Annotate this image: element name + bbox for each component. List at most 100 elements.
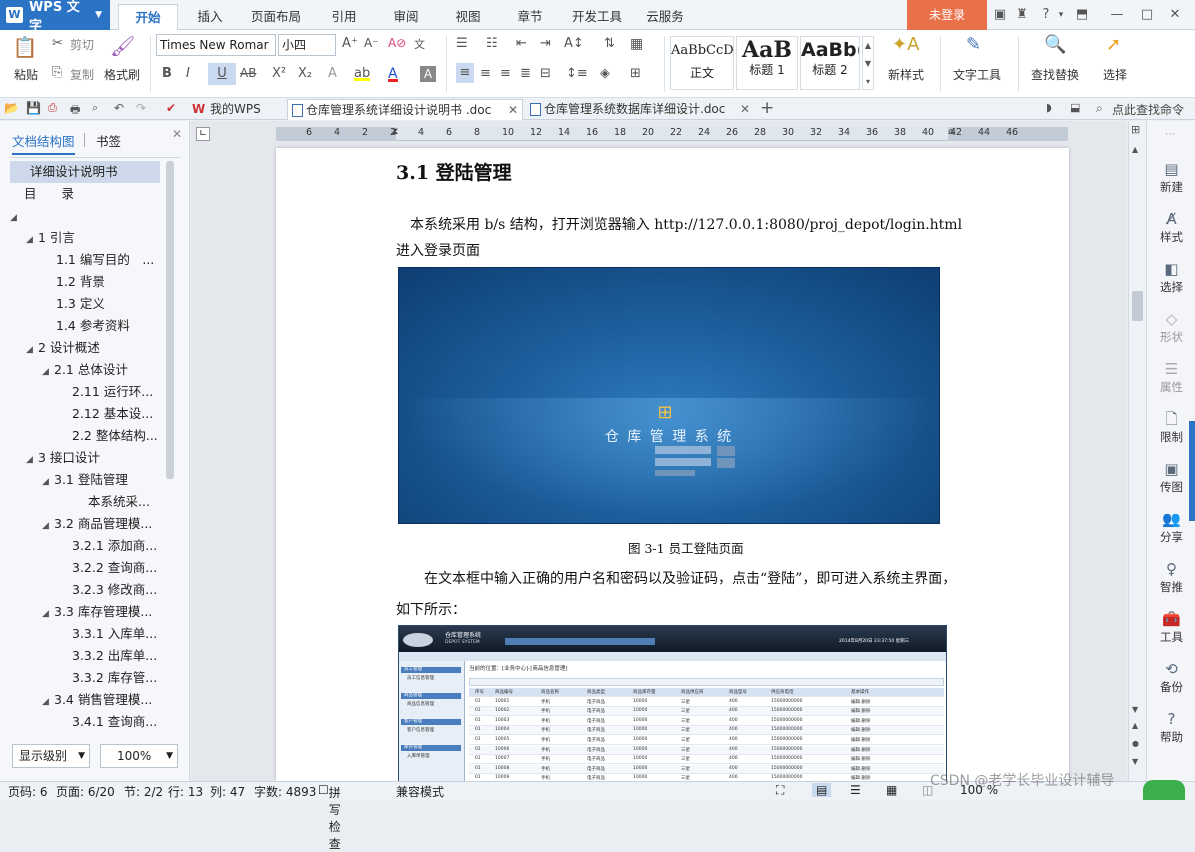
status-page[interactable]: 页码: 6	[8, 783, 48, 800]
minimize-icon[interactable]: —	[1108, 6, 1126, 24]
nav-item[interactable]: ◢ 3.2 商品管理模...	[42, 513, 160, 535]
underline-icon[interactable]: U	[208, 63, 236, 85]
align-center-icon[interactable]: ≡	[480, 66, 491, 81]
window-icon[interactable]: ⬓	[1070, 101, 1080, 114]
fullscreen-icon[interactable]: ⛶	[776, 783, 784, 798]
export-pdf-icon[interactable]: ⎙	[48, 101, 57, 115]
text-tools-button[interactable]: 文字工具	[944, 66, 1010, 83]
tab-references[interactable]: 引用	[320, 4, 368, 30]
expand-triangle-icon[interactable]: ◢	[26, 339, 38, 359]
phonetic-icon[interactable]: 文	[414, 36, 425, 52]
tab-stop-selector[interactable]: ∟	[196, 127, 210, 141]
document-canvas[interactable]: ∟ 3.1 登陆管理 本系统采用 b/s 结构，打开浏览器输入 http://1…	[191, 121, 1127, 781]
print-preview-icon[interactable]: ⌕	[92, 101, 98, 115]
increase-indent-icon[interactable]: ⇥	[540, 36, 551, 51]
next-page-icon[interactable]: ▼	[1132, 757, 1138, 766]
close-tab-icon[interactable]: ✕	[508, 100, 518, 121]
nav-item[interactable]: 目 录	[10, 183, 160, 205]
nav-item[interactable]: 3.3.2 出库单...	[58, 645, 160, 667]
nav-item[interactable]: 1.3 定义	[42, 293, 160, 315]
expand-triangle-icon[interactable]: ◢	[26, 229, 38, 249]
close-icon[interactable]: ✕	[1166, 6, 1184, 24]
font-color-icon[interactable]: A	[388, 66, 398, 82]
clear-format-icon[interactable]: A⊘	[388, 36, 406, 50]
tab-insert[interactable]: 插入	[186, 4, 234, 30]
bold-icon[interactable]: B	[162, 66, 172, 81]
font-size-select[interactable]: 小四	[278, 34, 336, 56]
sidebar-item[interactable]: ◧ 选择	[1147, 259, 1195, 295]
char-shading-icon[interactable]: A	[420, 66, 436, 82]
outline-view-icon[interactable]: ☰	[850, 783, 861, 797]
nav-item[interactable]: 3.3.2 库存管...	[58, 667, 160, 689]
align-left-icon[interactable]: ≡	[456, 63, 474, 83]
font-name-select[interactable]: Times New Romar	[156, 34, 276, 56]
paste-button[interactable]: 粘贴	[6, 66, 46, 83]
paste-icon[interactable]: 📋	[12, 35, 38, 61]
sidebar-item[interactable]: 🗋 限制	[1147, 409, 1195, 445]
nav-item[interactable]: ◢ 1 引言	[26, 227, 160, 249]
sidebar-collapse-icon[interactable]: ⋯	[1165, 129, 1175, 140]
page-view-icon[interactable]: ▤	[812, 783, 832, 797]
numbered-list-icon[interactable]: ☷	[486, 36, 498, 51]
shading-icon[interactable]: ◈	[600, 66, 610, 81]
nav-item[interactable]: 3.2.3 修改商...	[58, 579, 160, 601]
align-right-icon[interactable]: ≡	[500, 66, 511, 81]
sidebar-item[interactable]: 👥 分享	[1147, 509, 1195, 545]
cut-button[interactable]: 剪切	[70, 36, 94, 53]
highlight-icon[interactable]: ab	[354, 66, 371, 81]
close-tab-icon[interactable]: ✕	[740, 99, 750, 120]
nav-item[interactable]: 详细设计说明书	[10, 161, 160, 183]
sidebar-item[interactable]: 🧰 工具	[1147, 609, 1195, 645]
expand-triangle-icon[interactable]: ◢	[10, 207, 22, 227]
tab-bookmarks[interactable]: 书签	[96, 131, 121, 150]
nav-item[interactable]: 3.4.1 查询商...	[58, 711, 160, 733]
status-word-count[interactable]: 字数: 4893	[254, 783, 316, 800]
nav-item[interactable]: 3.2.1 添加商...	[58, 535, 160, 557]
nav-item[interactable]: 2.2 整体结构...	[58, 425, 160, 447]
text-tools-icon[interactable]: ✎	[966, 34, 981, 55]
tab-view[interactable]: 视图	[444, 4, 492, 30]
scissors-icon[interactable]: ✂	[52, 36, 63, 51]
sidebar-item[interactable]: ◇ 形状	[1147, 309, 1195, 345]
skin-icon[interactable]: ▣	[991, 6, 1009, 24]
tab-review[interactable]: 审阅	[382, 4, 430, 30]
search-icon[interactable]: ⌕	[1096, 101, 1103, 116]
line-spacing-icon[interactable]: ↕≡	[566, 66, 588, 81]
sidebar-item[interactable]: ⟲ 备份	[1147, 659, 1195, 695]
new-style-button[interactable]: 新样式	[878, 66, 934, 83]
doc-tab-my-wps[interactable]: W 我的WPS	[188, 99, 276, 120]
find-replace-icon[interactable]: 🔍	[1044, 34, 1066, 55]
chevron-down-icon[interactable]: ▾	[1052, 6, 1070, 24]
select-cursor-icon[interactable]: ➚	[1106, 34, 1121, 55]
redo-icon[interactable]: ↷	[136, 101, 146, 115]
document-page[interactable]: 3.1 登陆管理 本系统采用 b/s 结构，打开浏览器输入 http://127…	[276, 148, 1069, 781]
nav-item[interactable]: 3.3.1 入库单...	[58, 623, 160, 645]
tab-developer[interactable]: 开发工具	[566, 4, 628, 30]
tab-page-layout[interactable]: 页面布局	[244, 4, 308, 30]
scroll-down-icon[interactable]: ▼	[1132, 705, 1138, 714]
sidebar-item[interactable]: A̸ 样式	[1147, 209, 1195, 245]
table-grid-icon[interactable]: ▦	[630, 36, 643, 52]
sidebar-item[interactable]: ? 帮助	[1147, 709, 1195, 745]
more-quick-icon[interactable]: ✔	[166, 101, 176, 115]
sidebar-item[interactable]: ▤ 新建	[1147, 159, 1195, 195]
tab-cloud[interactable]: 云服务	[640, 4, 690, 30]
sidebar-item[interactable]: ▣ 传图	[1147, 459, 1195, 495]
sidebar-item[interactable]: ☰ 属性	[1147, 359, 1195, 395]
undo-icon[interactable]: ↶	[114, 101, 124, 115]
expand-triangle-icon[interactable]: ◢	[42, 361, 54, 381]
expand-triangle-icon[interactable]: ◢	[42, 691, 54, 711]
text-effect-icon[interactable]: A	[328, 66, 337, 81]
style-heading-2[interactable]: AaBb( 标题 2	[800, 36, 860, 90]
open-folder-icon[interactable]: 📂	[4, 101, 19, 115]
tab-chapter[interactable]: 章节	[506, 4, 554, 30]
decrease-indent-icon[interactable]: ⇤	[516, 36, 527, 51]
sort-icon[interactable]: ⇅	[604, 36, 615, 51]
spell-check-toggle[interactable]: ☐ 拼写检查	[318, 783, 341, 851]
sidebar-item[interactable]: ♀ 智推	[1147, 559, 1195, 595]
borders-icon[interactable]: ⊞	[630, 66, 641, 81]
new-style-icon[interactable]: ✦A	[892, 34, 919, 55]
print-icon[interactable]: 🖶	[70, 101, 80, 120]
expand-triangle-icon[interactable]: ◢	[26, 449, 38, 469]
superscript-icon[interactable]: X²	[272, 66, 286, 81]
